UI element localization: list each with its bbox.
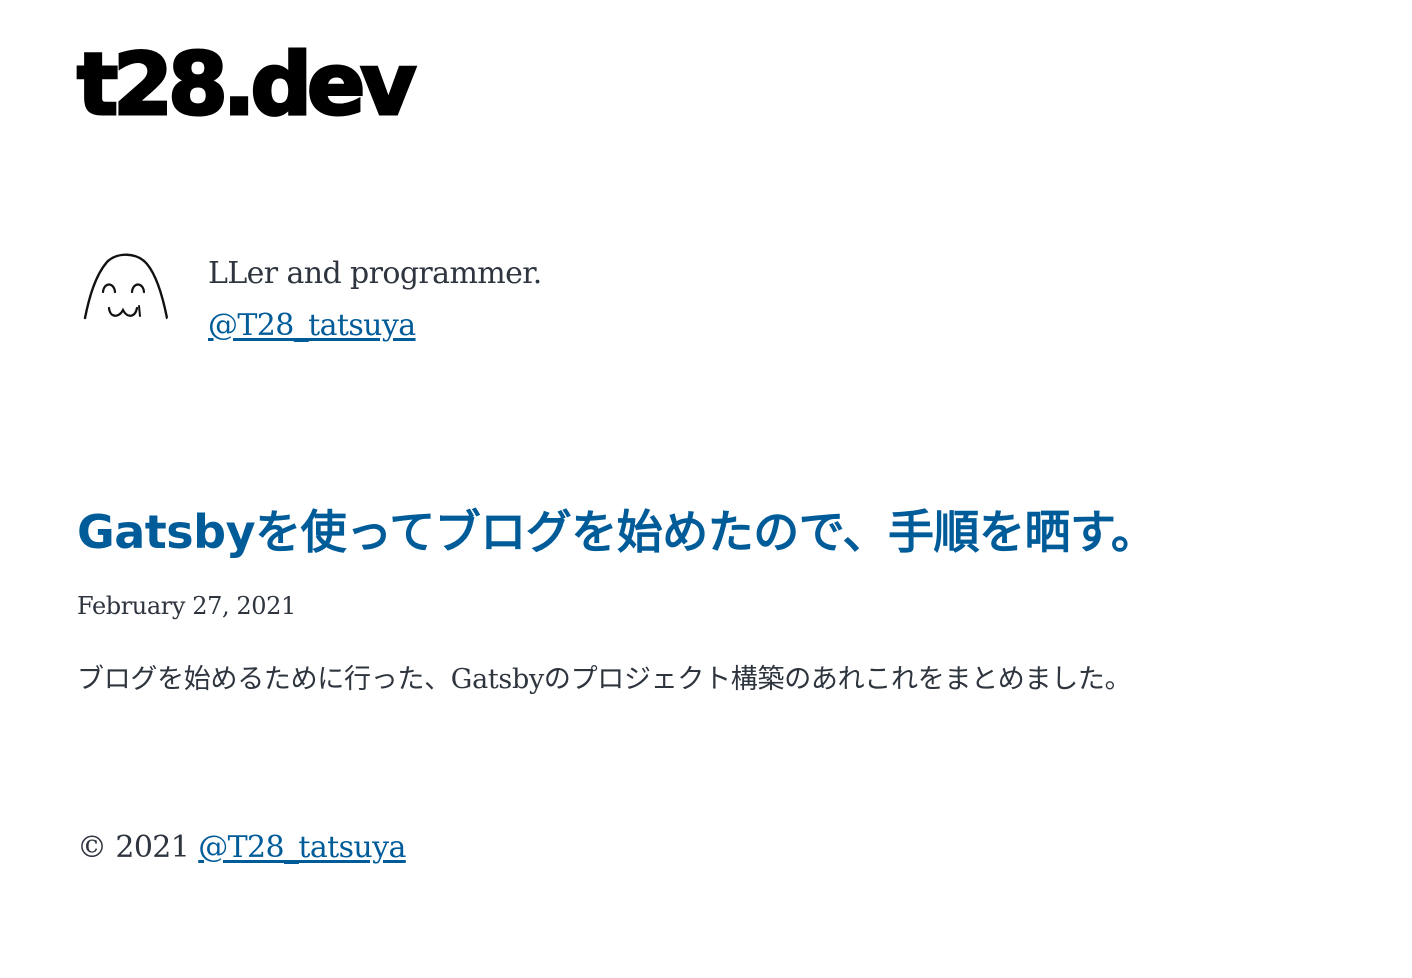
post-title: Gatsbyを使ってブログを始めたので、手順を晒す。 [77,500,1377,564]
post-item: Gatsbyを使ってブログを始めたので、手順を晒す。 February 27, … [77,500,1377,700]
footer-author-link[interactable]: @T28_tatsuya [198,830,406,865]
ghost-face-avatar-icon [77,248,173,344]
bio: LLer and programmer. @T28_tatsuya [77,248,777,348]
post-date: February 27, 2021 [77,592,296,620]
bio-description: LLer and programmer. [208,256,542,291]
footer: © 2021 @T28_tatsuya [77,826,406,870]
post-title-link[interactable]: Gatsbyを使ってブログを始めたので、手順を晒す。 [77,505,1157,559]
bio-text: LLer and programmer. @T28_tatsuya [208,248,542,352]
copyright-text: © 2021 [77,830,190,865]
twitter-link[interactable]: @T28_tatsuya [208,308,416,343]
site-title[interactable]: t28.dev [75,41,417,130]
post-description: ブログを始めるために行った、Gatsbyのプロジェクト構築のあれこれをまとめまし… [77,664,1132,695]
